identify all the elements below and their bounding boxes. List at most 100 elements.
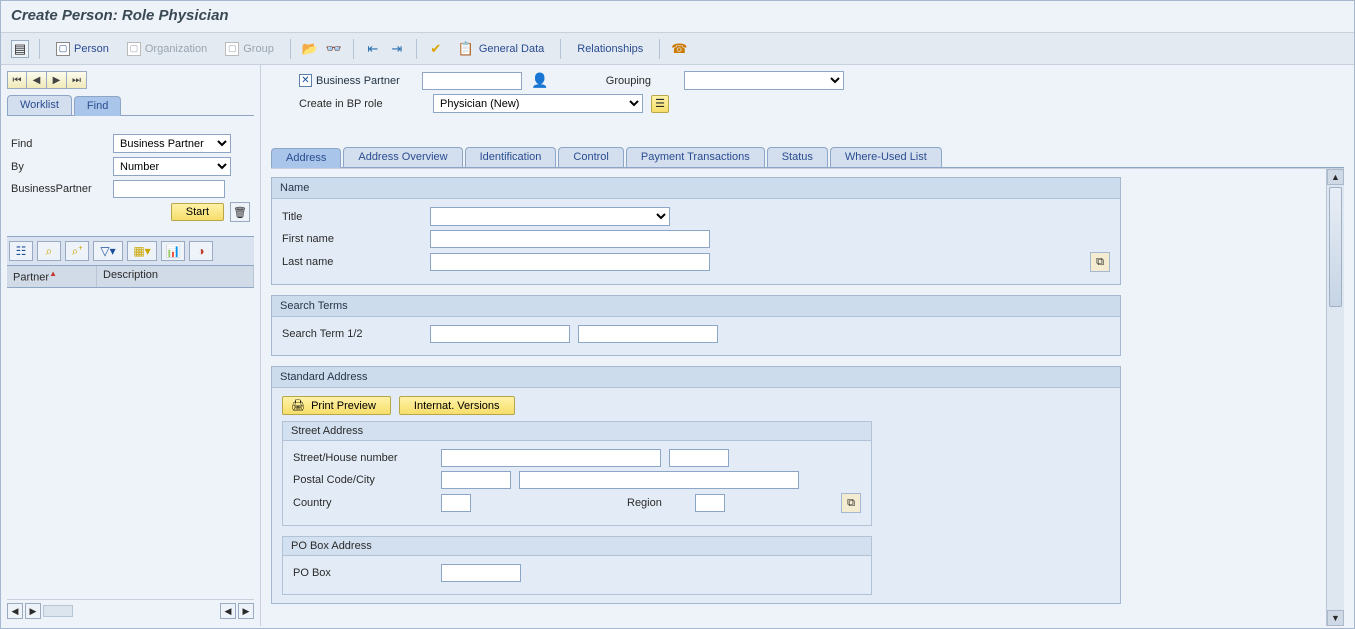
- lastname-input[interactable]: [430, 253, 710, 271]
- createrole-label: Create in BP role: [299, 98, 425, 110]
- tab-find[interactable]: Find: [74, 96, 121, 116]
- by-select[interactable]: Number: [113, 157, 231, 176]
- region-input[interactable]: [695, 494, 725, 512]
- find-label: Find: [11, 138, 107, 150]
- alv-layout-icon[interactable]: ▦▾: [127, 241, 157, 261]
- by-label: By: [11, 161, 107, 173]
- pobox-label: PO Box: [293, 567, 433, 579]
- open-icon[interactable]: 📂: [301, 40, 319, 58]
- alv-filter-icon[interactable]: ▽▾: [93, 241, 123, 261]
- nav-next-icon[interactable]: ▶: [47, 71, 67, 89]
- createrole-select[interactable]: Physician (New): [433, 94, 643, 113]
- alv-body: [7, 288, 254, 599]
- group-name: Name Title First name Last nam: [271, 177, 1121, 285]
- searchterm-label: Search Term 1/2: [282, 328, 422, 340]
- scroll-right-icon[interactable]: ▶: [25, 603, 41, 619]
- pobox-subgroup: PO Box Address PO Box: [282, 536, 872, 595]
- col-partner[interactable]: Partner▲: [7, 266, 97, 287]
- tab-status[interactable]: Status: [767, 147, 828, 167]
- document-icon: ▢: [127, 42, 141, 56]
- check-icon[interactable]: ✔: [427, 40, 445, 58]
- alv-find-icon[interactable]: ⌕: [37, 241, 61, 261]
- print-preview-button[interactable]: 🖨 Print Preview: [282, 396, 391, 415]
- menu-icon[interactable]: ▤: [11, 40, 29, 58]
- scroll-up-icon[interactable]: ▲: [1327, 169, 1344, 185]
- group-button: ▢ Group: [219, 40, 280, 58]
- scroll-left2-icon[interactable]: ◀: [220, 603, 236, 619]
- street-title: Street Address: [283, 422, 871, 441]
- tab-where-used[interactable]: Where-Used List: [830, 147, 942, 167]
- clipboard-icon: 📋: [457, 40, 475, 58]
- nav-last-icon[interactable]: ⏭: [67, 71, 87, 89]
- nav-prev-icon[interactable]: ◀: [27, 71, 47, 89]
- tab-address-overview[interactable]: Address Overview: [343, 147, 462, 167]
- region-label: Region: [627, 497, 687, 509]
- bp-label: BusinessPartner: [11, 183, 107, 195]
- arrow-left-icon[interactable]: ⇤: [364, 40, 382, 58]
- pobox-input[interactable]: [441, 564, 521, 582]
- searchterm2-input[interactable]: [578, 325, 718, 343]
- intl-versions-button[interactable]: Internat. Versions: [399, 396, 515, 415]
- tab-worklist[interactable]: Worklist: [7, 95, 72, 115]
- vertical-scrollbar[interactable]: ▲ ▼: [1326, 169, 1344, 626]
- grouping-select[interactable]: [684, 71, 844, 90]
- scroll-track[interactable]: [43, 605, 73, 617]
- services-icon[interactable]: ☎: [670, 40, 688, 58]
- group-address: Standard Address 🖨 Print Preview Interna…: [271, 366, 1121, 604]
- alv-findnext-icon[interactable]: ⌕⁺: [65, 241, 89, 261]
- title-select[interactable]: [430, 207, 670, 226]
- group-name-title: Name: [272, 178, 1120, 199]
- scroll-right2-icon[interactable]: ▶: [238, 603, 254, 619]
- firstname-input[interactable]: [430, 230, 710, 248]
- person-icon: 👤: [530, 72, 550, 89]
- grouping-label: Grouping: [606, 75, 676, 87]
- bp-check-label[interactable]: ✕ Business Partner: [299, 74, 400, 87]
- expand-address-icon[interactable]: ⧉: [841, 493, 861, 513]
- searchterm1-input[interactable]: [430, 325, 570, 343]
- pobox-title: PO Box Address: [283, 537, 871, 556]
- tab-address[interactable]: Address: [271, 148, 341, 168]
- sort-indicator-icon: ▲: [49, 269, 57, 278]
- tab-identification[interactable]: Identification: [465, 147, 557, 167]
- tab-control[interactable]: Control: [558, 147, 623, 167]
- scroll-down-icon[interactable]: ▼: [1327, 610, 1344, 626]
- group-searchterms: Search Terms Search Term 1/2: [271, 295, 1121, 356]
- horiz-scroll: ◀ ▶ ◀ ▶: [7, 599, 254, 622]
- page-title: Create Person: Role Physician: [1, 1, 1354, 33]
- organization-button: ▢ Organization: [121, 40, 213, 58]
- country-input[interactable]: [441, 494, 471, 512]
- scroll-thumb[interactable]: [1329, 187, 1342, 307]
- country-label: Country: [293, 497, 433, 509]
- street-input[interactable]: [441, 449, 661, 467]
- title-label: Title: [282, 211, 422, 223]
- houseno-input[interactable]: [669, 449, 729, 467]
- city-input[interactable]: [519, 471, 799, 489]
- postal-label: Postal Code/City: [293, 474, 433, 486]
- document-icon: ▢: [56, 42, 70, 56]
- start-button[interactable]: Start: [171, 203, 224, 221]
- relationships-button[interactable]: Relationships: [571, 41, 649, 57]
- tab-payment[interactable]: Payment Transactions: [626, 147, 765, 167]
- trash-icon[interactable]: 🗑: [230, 202, 250, 222]
- f4-help-icon[interactable]: ☰: [651, 95, 669, 113]
- display-icon[interactable]: 👓: [325, 40, 343, 58]
- group-search-title: Search Terms: [272, 296, 1120, 317]
- col-description[interactable]: Description: [97, 266, 254, 287]
- bp-number-input[interactable]: [422, 72, 522, 90]
- general-data-button[interactable]: 📋 General Data: [451, 38, 550, 60]
- expand-name-icon[interactable]: ⧉: [1090, 252, 1110, 272]
- document-icon: ▢: [225, 42, 239, 56]
- alv-details-icon[interactable]: ☷: [9, 241, 33, 261]
- bp-input[interactable]: [113, 180, 225, 198]
- alv-toolbar: ☷ ⌕ ⌕⁺ ▽▾ ▦▾ 📊 ◑: [7, 236, 254, 266]
- scroll-left-icon[interactable]: ◀: [7, 603, 23, 619]
- nav-first-icon[interactable]: ⏮: [7, 71, 27, 89]
- find-select[interactable]: Business Partner: [113, 134, 231, 153]
- person-button[interactable]: ▢ Person: [50, 40, 115, 58]
- postal-input[interactable]: [441, 471, 511, 489]
- alv-graphic-icon[interactable]: ◑: [189, 241, 213, 261]
- street-label: Street/House number: [293, 452, 433, 464]
- group-address-title: Standard Address: [272, 367, 1120, 388]
- arrow-right-icon[interactable]: ⇥: [388, 40, 406, 58]
- alv-export-icon[interactable]: 📊: [161, 241, 185, 261]
